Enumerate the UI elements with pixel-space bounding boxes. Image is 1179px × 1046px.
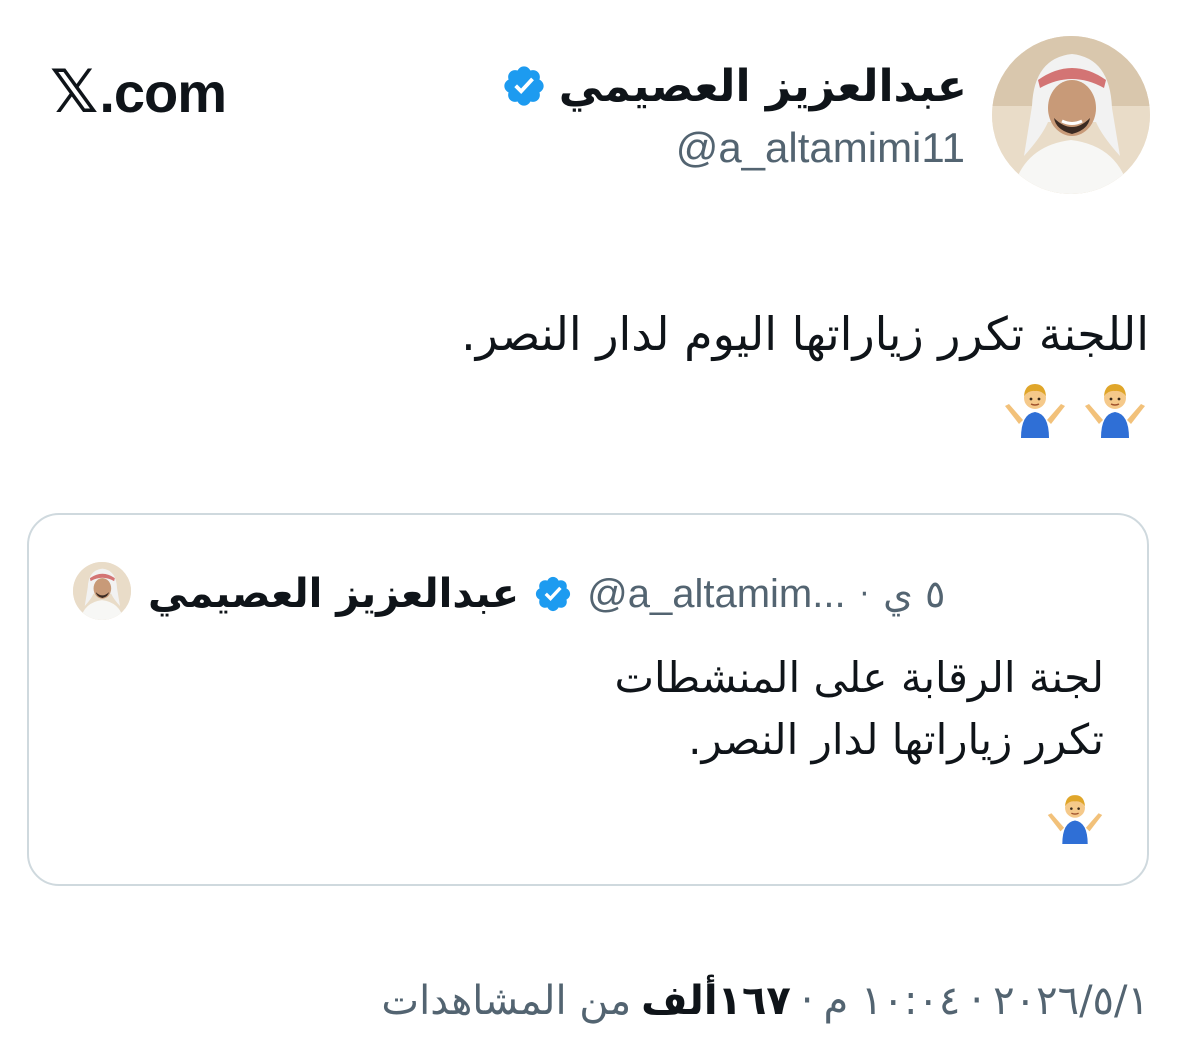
tweet-emojis bbox=[1003, 374, 1147, 438]
tweet-date[interactable]: ٢٠٢٦/٥/١ bbox=[993, 978, 1149, 1024]
quoted-tweet-text: لجنة الرقابة على المنشطات تكرر زياراتها … bbox=[104, 647, 1104, 771]
verified-badge-icon bbox=[504, 66, 544, 106]
x-logo-mark: 𝕏 bbox=[50, 58, 98, 125]
verified-badge-icon bbox=[536, 576, 571, 612]
tweet-time[interactable]: ١٠:٠٤ م bbox=[824, 978, 961, 1024]
separator-dot: · bbox=[800, 978, 814, 1024]
tweet-text: اللجنة تكرر زياراتها اليوم لدار النصر. bbox=[461, 307, 1149, 361]
man-shrugging-icon bbox=[1047, 795, 1103, 844]
x-logo-text: .com bbox=[99, 60, 227, 124]
author-avatar[interactable] bbox=[992, 36, 1150, 194]
separator-dot: · bbox=[970, 978, 984, 1024]
author-name[interactable]: عبدالعزيز العصيمي bbox=[559, 61, 967, 112]
quoted-text-line-2: تكرر زياراتها لدار النصر. bbox=[688, 715, 1104, 764]
avatar-photo bbox=[992, 36, 1150, 194]
quoted-text-line-1: لجنة الرقابة على المنشطات bbox=[614, 653, 1104, 702]
quoted-tweet-header: ٥ ي · @a_altamim... عبدالعزيز العصيمي bbox=[148, 564, 1098, 624]
views-count[interactable]: ١٦٧ألف bbox=[641, 978, 791, 1024]
quoted-emoji bbox=[1046, 786, 1104, 848]
quoted-author-name: عبدالعزيز العصيمي bbox=[148, 571, 520, 617]
separator-dot: · bbox=[859, 576, 870, 612]
x-logo[interactable]: 𝕏 .com bbox=[50, 52, 227, 132]
quoted-timestamp[interactable]: ٥ ي bbox=[883, 572, 945, 616]
tweet-meta: ٢٠٢٦/٥/١ · ١٠:٠٤ م · ١٦٧ألف من المشاهدات bbox=[381, 970, 1149, 1032]
quoted-handle: @a_altamim... bbox=[587, 571, 846, 616]
man-shrugging-icon bbox=[1005, 384, 1065, 438]
views-label: من المشاهدات bbox=[381, 978, 632, 1024]
avatar-photo bbox=[73, 562, 131, 620]
quoted-author-avatar bbox=[73, 562, 131, 620]
author-name-row[interactable]: عبدالعزيز العصيمي bbox=[501, 54, 967, 118]
man-shrugging-icon bbox=[1085, 384, 1145, 438]
author-handle[interactable]: @a_altamimi11 bbox=[676, 124, 965, 172]
